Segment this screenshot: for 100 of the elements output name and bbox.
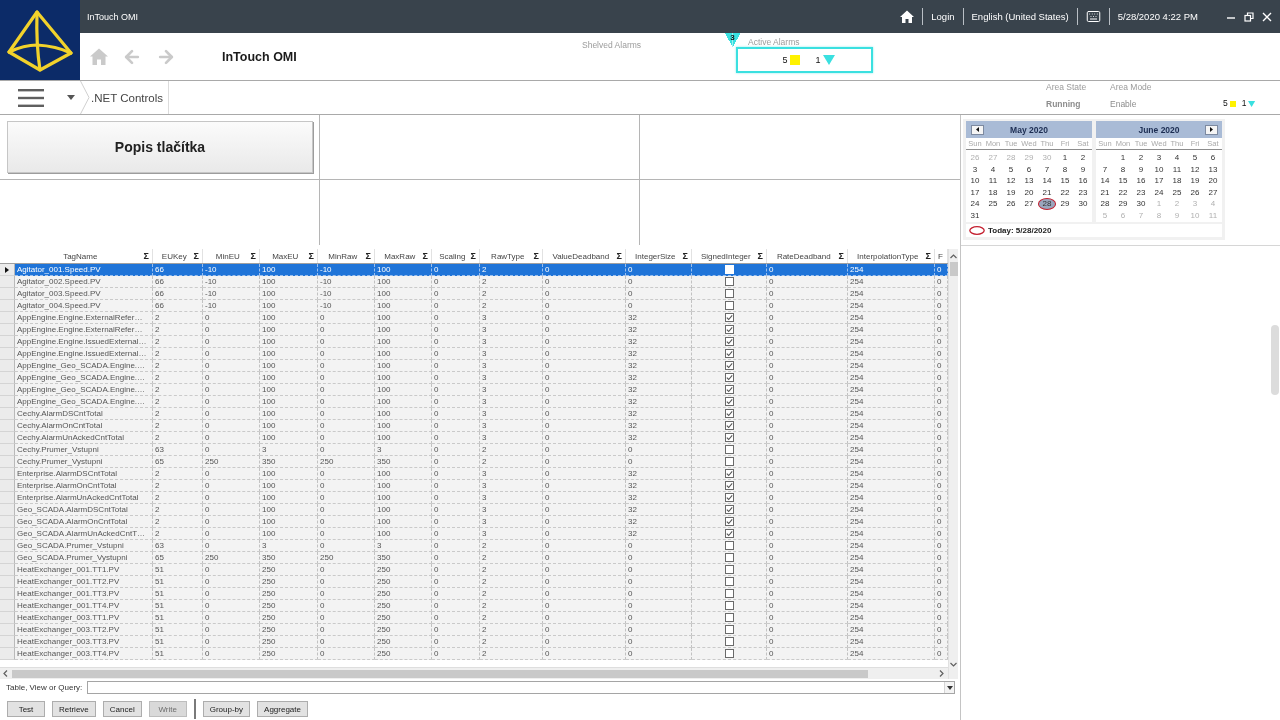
calendar-day[interactable]: 6	[1204, 152, 1222, 164]
scrollbar-thumb[interactable]	[949, 262, 958, 276]
calendar-day[interactable]: 8	[1114, 163, 1132, 175]
checkbox[interactable]	[724, 517, 734, 526]
chevron-left-icon[interactable]	[2, 670, 9, 677]
calendar-day[interactable]: 20	[1020, 186, 1038, 198]
table-row[interactable]: Cechy.AlarmDSCntTotal 2 0 100 0 100 0 3 0 32 0 254 0	[0, 408, 948, 420]
scrollbar-thumb[interactable]	[12, 669, 868, 678]
menu-icon[interactable]	[18, 88, 44, 107]
calendar-day[interactable]: 23	[1132, 186, 1150, 198]
calendar-day[interactable]: 25	[984, 198, 1002, 210]
checkbox[interactable]	[724, 625, 734, 634]
table-row[interactable]: AppEngine_Geo_SCADA.Engine.… 2 0 100 0 100 0 3 0 32 0 254 0	[0, 372, 948, 384]
checkbox[interactable]	[724, 493, 734, 502]
table-row[interactable]: Agitator_004.Speed.PV 66 -10 100 -10 100 0 2 0 0 0 254 0	[0, 300, 948, 312]
calendar-day[interactable]: 24	[966, 198, 984, 210]
checkbox[interactable]	[724, 445, 734, 454]
sum-button[interactable]: Σ	[925, 251, 931, 261]
calendar-day[interactable]: 19	[1186, 175, 1204, 187]
calendar-day[interactable]: 26	[1002, 198, 1020, 210]
table-row[interactable]: HeatExchanger_003.TT2.PV 51 0 250 0 250 0 2 0 0 0 254 0	[0, 624, 948, 636]
sum-button[interactable]: Σ	[533, 251, 539, 261]
table-row[interactable]: Agitator_003.Speed.PV 66 -10 100 -10 100 0 2 0 0 0 254 0	[0, 288, 948, 300]
table-row[interactable]: Geo_SCADA.Prumer_Vystupni 65 250 350 250 350 0 2 0 0 0 254 0	[0, 552, 948, 564]
column-header[interactable]: MinEU Σ	[203, 249, 260, 263]
keyboard-icon[interactable]	[1085, 9, 1101, 24]
table-row[interactable]: AppEngine.Engine.ExternalRefer… 2 0 100 0 100 0 3 0 32 0 254 0	[0, 312, 948, 324]
calendar-day[interactable]: 1	[1114, 152, 1132, 164]
table-row[interactable]: HeatExchanger_001.TT1.PV 51 0 250 0 250 0 2 0 0 0 254 0	[0, 564, 948, 576]
column-header[interactable]: EUKey Σ	[153, 249, 203, 263]
language-selector[interactable]: English (United States)	[971, 11, 1069, 22]
table-row[interactable]: AppEngine_Geo_SCADA.Engine.… 2 0 100 0 100 0 3 0 32 0 254 0	[0, 384, 948, 396]
table-row[interactable]: HeatExchanger_001.TT3.PV 51 0 250 0 250 0 2 0 0 0 254 0	[0, 588, 948, 600]
calendar-day[interactable]: 3	[966, 163, 984, 175]
table-row[interactable]: AppEngine.Engine.ExternalRefer… 2 0 100 0 100 0 3 0 32 0 254 0	[0, 324, 948, 336]
calendar-day[interactable]: 24	[1150, 186, 1168, 198]
checkbox[interactable]	[724, 529, 734, 538]
sum-button[interactable]: Σ	[308, 251, 314, 261]
column-header[interactable]: TagName Σ	[15, 249, 153, 263]
calendar-day[interactable]: 19	[1002, 186, 1020, 198]
table-row[interactable]: Cechy.Prumer_Vstupni 63 0 3 0 3 0 2 0 0 0 254 0	[0, 444, 948, 456]
calendar-day[interactable]: 27	[1204, 186, 1222, 198]
checkbox[interactable]	[724, 637, 734, 646]
checkbox[interactable]	[724, 337, 734, 346]
calendar-day[interactable]: 15	[1114, 175, 1132, 187]
calendar-day[interactable]: 31	[966, 209, 984, 221]
column-header[interactable]: RateDeadband Σ	[767, 249, 848, 263]
calendar-day[interactable]: 13	[1204, 163, 1222, 175]
calendar-day[interactable]: 27	[1020, 198, 1038, 210]
calendar-day[interactable]: 22	[1114, 186, 1132, 198]
checkbox[interactable]	[724, 433, 734, 442]
calendar-day[interactable]: 28	[1038, 198, 1056, 210]
checkbox[interactable]	[724, 469, 734, 478]
calendar-day[interactable]: 8	[1056, 163, 1074, 175]
calendar-day[interactable]: 28	[1096, 198, 1114, 210]
home-icon[interactable]	[900, 10, 915, 23]
checkbox[interactable]	[724, 373, 734, 382]
calendar-day[interactable]: 17	[966, 186, 984, 198]
checkbox[interactable]	[724, 505, 734, 514]
checkbox[interactable]	[724, 613, 734, 622]
checkbox[interactable]	[724, 421, 734, 430]
calendar-day[interactable]: 23	[1074, 186, 1092, 198]
chevron-up-icon[interactable]	[950, 253, 957, 260]
table-row[interactable]: Enterprise.AlarmOnCntTotal 2 0 100 0 100 0 3 0 32 0 254 0	[0, 480, 948, 492]
calendar-day[interactable]: 29	[1056, 198, 1074, 210]
calendar-day[interactable]: 5	[1002, 163, 1020, 175]
next-month-button[interactable]	[1204, 124, 1218, 135]
sum-button[interactable]: Σ	[143, 251, 149, 261]
column-header[interactable]: InterpolationType Σ	[848, 249, 935, 263]
calendar-day[interactable]: 2	[1132, 152, 1150, 164]
calendar-day[interactable]: 14	[1038, 175, 1056, 187]
calendar-day[interactable]: 30	[1074, 198, 1092, 210]
calendar-day[interactable]: 9	[1132, 163, 1150, 175]
table-row[interactable]: Geo_SCADA.AlarmDSCntTotal 2 0 100 0 100 0 3 0 32 0 254 0	[0, 504, 948, 516]
table-row[interactable]: AppEngine_Geo_SCADA.Engine.… 2 0 100 0 100 0 3 0 32 0 254 0	[0, 396, 948, 408]
table-row[interactable]: HeatExchanger_001.TT4.PV 51 0 250 0 250 0 2 0 0 0 254 0	[0, 600, 948, 612]
calendar-day[interactable]: 13	[1020, 175, 1038, 187]
sum-button[interactable]: Σ	[250, 251, 256, 261]
checkbox[interactable]	[724, 325, 734, 334]
table-row[interactable]: HeatExchanger_003.TT1.PV 51 0 250 0 250 0 2 0 0 0 254 0	[0, 612, 948, 624]
table-row[interactable]: Cechy.AlarmUnAckedCntTotal 2 0 100 0 100 0 3 0 32 0 254 0	[0, 432, 948, 444]
checkbox[interactable]	[724, 277, 734, 286]
checkbox[interactable]	[724, 409, 734, 418]
table-row[interactable]: HeatExchanger_003.TT3.PV 51 0 250 0 250 0 2 0 0 0 254 0	[0, 636, 948, 648]
table-row[interactable]: Agitator_001.Speed.PV 66 -10 100 -10 100 0 2 0 0 0 254 0	[0, 264, 948, 276]
column-header[interactable]: MaxEU Σ	[260, 249, 318, 263]
calendar-day[interactable]: 22	[1056, 186, 1074, 198]
chevron-right-icon[interactable]	[938, 670, 945, 677]
checkbox[interactable]	[724, 457, 734, 466]
table-row[interactable]: Agitator_002.Speed.PV 66 -10 100 -10 100 0 2 0 0 0 254 0	[0, 276, 948, 288]
calendar-day[interactable]: 10	[1150, 163, 1168, 175]
column-header[interactable]: RawType Σ	[480, 249, 543, 263]
calendar-day[interactable]: 20	[1204, 175, 1222, 187]
table-row[interactable]: HeatExchanger_003.TT4.PV 51 0 250 0 250 0 2 0 0 0 254 0	[0, 648, 948, 660]
breadcrumb-item[interactable]: .NET Controls	[90, 81, 169, 114]
calendar-day[interactable]: 18	[1168, 175, 1186, 187]
active-alarms-panel[interactable]: 5 1	[736, 47, 873, 73]
calendar-day[interactable]: 18	[984, 186, 1002, 198]
column-header[interactable]: MinRaw Σ	[318, 249, 375, 263]
calendar-day[interactable]: 11	[984, 175, 1002, 187]
